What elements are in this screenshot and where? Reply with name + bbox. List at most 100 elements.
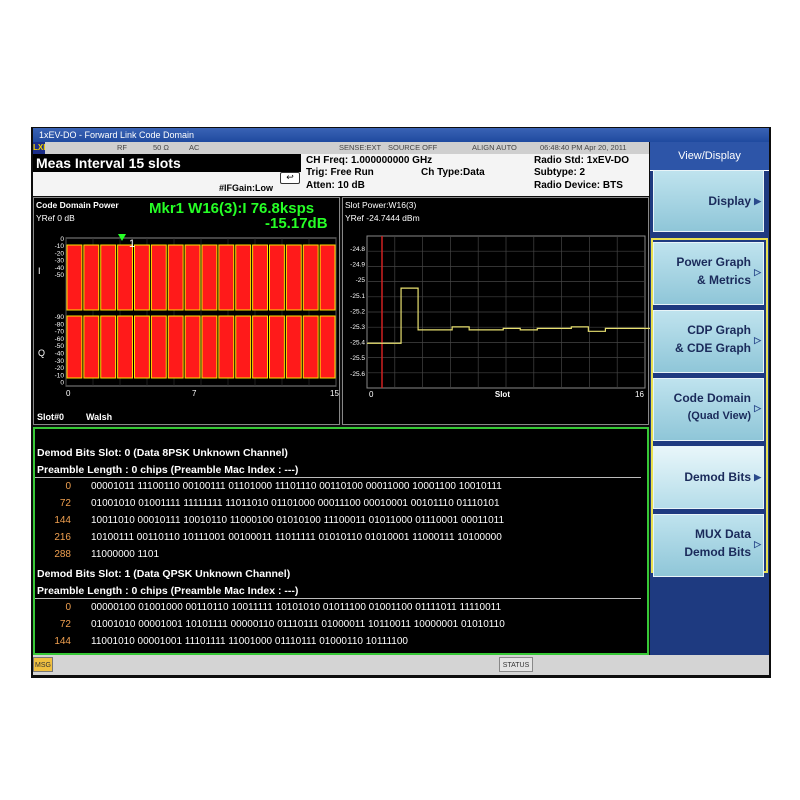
ifgain-label: #IFGain:Low [219,183,273,193]
q-y-tick-label: -30 [55,358,65,365]
x-tick-label: 15 [330,389,339,398]
bit-row: 01001010 01001111 11111111 11011010 0110… [91,498,500,509]
q-y-tick-label: -70 [55,329,65,336]
bit-row: 11000000 1101 [91,549,160,560]
slot-y-tick-label: -24.9 [350,262,365,269]
demod-bits-label: Demod Bits [684,470,751,484]
window-title: 1xEV-DO - Forward Link Code Domain [39,130,195,140]
triangle-right-icon: ▶ [754,472,761,482]
lxi-logo-icon: LXI [33,142,46,154]
slot1-header: Demod Bits Slot: 1 (Data QPSK Unknown Ch… [37,568,291,580]
atten-label: Atten: 10 dB [306,180,365,191]
power-graph-softkey[interactable]: Power Graph & Metrics ▷ [653,242,764,305]
msg-indicator[interactable]: MSG [33,657,53,672]
radio-std-label: Radio Std: 1xEV-DO [534,155,630,166]
triangle-right-outline-icon: ▷ [754,267,761,277]
demod-bits-softkey[interactable]: Demod Bits ▶ [653,446,764,509]
i-channel-bar [83,244,100,311]
source-indicator: SOURCE OFF [388,143,438,152]
datetime-display: 06:48:40 PM Apr 20, 2011 [540,143,627,152]
bit-row: 00000100 01001000 00110110 10011111 1010… [91,602,502,613]
slot1-preamble: Preamble Length : 0 chips (Preamble Mac … [37,585,299,597]
softkey-panel: View/Display Display ▶ Power Graph & Met… [650,142,769,655]
cdp-graph-label-1: CDP Graph [687,323,751,337]
code-domain-label-1: Code Domain [673,391,751,405]
coupling-indicator: AC [189,143,200,152]
i-y-tick-label: -30 [55,258,65,265]
slot0-preamble: Preamble Length : 0 chips (Preamble Mac … [37,464,299,476]
bit-index: 288 [54,549,71,560]
q-channel-bar [134,315,150,379]
bit-index: 144 [54,515,71,526]
slot-y-tick-label: -25.5 [350,355,365,362]
mux-data-softkey[interactable]: MUX Data Demod Bits ▷ [653,514,764,577]
bit-row: 10100111 00110110 10111001 00100011 1101… [91,532,502,543]
code-domain-plot: 0-10-20-30-40-50-90-80-70-60-50-40-30-20… [38,234,339,398]
align-indicator: ALIGN AUTO [472,143,517,152]
i-y-tick-label: -40 [55,265,65,272]
x-tick-label: 0 [66,389,71,398]
display-softkey-label: Display [708,194,751,208]
demod-bits-window[interactable]: Demod Bits Slot: 0 (Data 8PSK Unknown Ch… [33,427,649,655]
mux-data-label-2: Demod Bits [684,545,751,559]
i-y-tick-label: -50 [55,272,65,279]
trig-label: Trig: Free Run [306,167,374,178]
impedance-indicator: 50 Ω [153,143,170,152]
bit-index: 0 [65,481,71,492]
bit-index: 144 [54,636,71,647]
status-indicator[interactable]: STATUS [499,657,533,672]
i-channel-bar [134,244,150,311]
bit-row: 10011010 00010111 10010110 11000100 0101… [91,515,505,526]
bit-row: 11001010 00001001 11101111 11001000 0111… [91,636,408,647]
menu-title: View/Display [650,142,769,171]
power-graph-label-2: & Metrics [696,273,751,287]
measurement-info-box: Meas Interval 15 slots CH Freq: 1.000000… [33,154,649,196]
i-channel-bar [319,244,336,311]
q-channel-bar [66,315,83,379]
status-bar: LXI RF 50 Ω AC SENSE:EXT SOURCE OFF ALIG… [33,142,649,154]
bit-index: 216 [54,532,71,543]
q-y-tick-label: -90 [55,314,65,321]
i-channel-bar [100,244,117,311]
cdp-graph-softkey[interactable]: CDP Graph & CDE Graph ▷ [653,310,764,373]
q-channel-bar [319,315,336,379]
triangle-right-outline-icon: ▷ [754,539,761,549]
i-channel-bar [302,244,319,311]
radio-device-label: Radio Device: BTS [534,180,623,191]
i-channel-bar [218,244,235,311]
q-channel-bar [117,315,133,379]
q-channel-bar [83,315,100,379]
ch-freq-label: CH Freq: 1.000000000 GHz [306,155,433,166]
slot-y-tick-label: -25.6 [350,371,365,378]
triangle-right-outline-icon: ▷ [754,403,761,413]
slot-power-window[interactable]: Slot Power:W16(3) YRef -24.7444 dBm -24.… [342,197,650,425]
i-channel-bar [201,244,218,311]
i-channel-bar [150,244,167,311]
slot-number-label: Slot#0 [37,412,65,422]
code-domain-label-2: (Quad View) [687,410,751,422]
slot-x-tick-label: 0 [369,390,374,399]
i-channel-bar [235,244,252,311]
return-arrow-icon[interactable]: ↩ [280,172,300,184]
i-channel-bar [285,244,302,311]
q-y-tick-label: 0 [60,380,64,387]
i-channel-bar [269,244,285,311]
q-channel-bar [235,315,252,379]
display-softkey[interactable]: Display ▶ [653,170,764,232]
q-axis-label: Q [38,348,45,358]
i-channel-bar [66,244,83,311]
x-tick-label: 7 [192,389,197,398]
rf-indicator: RF [117,143,127,152]
code-domain-softkey[interactable]: Code Domain (Quad View) ▷ [653,378,764,441]
window-title-bar: 1xEV-DO - Forward Link Code Domain [33,128,769,142]
bit-index: 72 [59,498,71,509]
q-channel-bar [285,315,302,379]
i-axis-label: I [38,266,41,276]
meas-interval-label[interactable]: Meas Interval 15 slots [33,154,301,172]
slot-y-tick-label: -25 [356,277,366,284]
slot-y-tick-label: -25.4 [350,340,365,347]
code-domain-power-window[interactable]: Code Domain Power YRef 0 dB Mkr1 W16(3):… [33,197,340,425]
q-channel-bar [167,315,184,379]
q-y-tick-label: -10 [55,372,65,379]
q-y-tick-label: -80 [55,321,65,328]
